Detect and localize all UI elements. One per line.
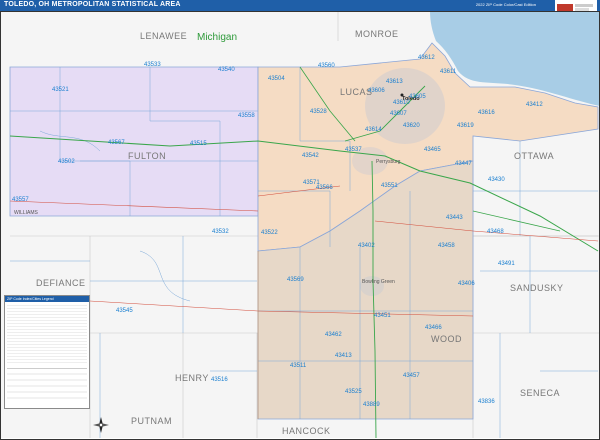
zip-label: 43525 (345, 389, 362, 395)
zip-label: 43560 (318, 63, 335, 69)
zip-label: 43443 (446, 215, 463, 221)
zip-label: 43522 (261, 230, 278, 236)
zip-label: 43457 (403, 373, 420, 379)
zip-label: 43567 (108, 140, 125, 146)
zip-label: 43605 (409, 94, 426, 100)
zip-label: 43406 (458, 281, 475, 287)
county-label: SANDUSKY (510, 283, 564, 293)
zip-label: 43606 (368, 88, 385, 94)
zip-label: 43533 (144, 62, 161, 68)
zip-label: 43511 (290, 363, 307, 369)
zip-label: 43521 (52, 87, 69, 93)
zip-label: 43430 (488, 177, 505, 183)
zip-label: 43402 (358, 243, 375, 249)
zip-label: 43614 (365, 127, 382, 133)
zip-label: 43412 (526, 102, 543, 108)
zip-label: 43502 (58, 159, 75, 165)
zip-label: 43612 (418, 55, 435, 61)
compass-rose-icon (92, 416, 110, 434)
county-label: LENAWEE (140, 31, 187, 41)
city-label: Perrysburg (376, 159, 401, 165)
zip-label: 43465 (424, 147, 441, 153)
map-title: TOLEDO, OH METROPOLITAN STATISTICAL AREA (4, 1, 181, 8)
county-label: HENRY (175, 373, 209, 383)
map-canvas: LENAWEE MONROE FULTON LUCAS OTTAWA WILLI… (0, 11, 600, 438)
zip-label: 43451 (374, 313, 391, 319)
map-page: TOLEDO, OH METROPOLITAN STATISTICAL AREA… (0, 0, 600, 440)
zip-label: 43607 (390, 111, 407, 117)
legend-index-table (7, 303, 87, 365)
zip-label: 43620 (403, 123, 420, 129)
county-label: SENECA (520, 388, 560, 398)
zip-label: 43462 (325, 332, 342, 338)
fulton-county-zone (9, 66, 259, 217)
zip-label: 43504 (268, 76, 285, 82)
county-label: WILLIAMS (14, 210, 39, 216)
zip-label: 43619 (457, 123, 474, 129)
zip-label: 43515 (190, 141, 207, 147)
county-label: OTTAWA (514, 151, 554, 161)
zip-label: 43613 (386, 79, 403, 85)
county-label: WOOD (431, 334, 462, 344)
state-label: Michigan (197, 32, 237, 43)
zip-label: 43528 (310, 109, 327, 115)
publisher-logo (555, 0, 597, 11)
zip-label: 43458 (438, 243, 455, 249)
legend-title: ZIP Code Index/Cities Legend (5, 296, 89, 302)
zip-label: 43557 (12, 197, 29, 203)
title-bar: TOLEDO, OH METROPOLITAN STATISTICAL AREA… (0, 0, 600, 11)
zip-label: 43551 (381, 183, 398, 189)
county-label: FULTON (128, 151, 166, 161)
zip-label: 43566 (316, 185, 333, 191)
zip-label: 43616 (478, 110, 495, 116)
zip-label: 43516 (211, 377, 228, 383)
zip-label: 43545 (116, 308, 133, 314)
zip-label: 43413 (335, 353, 352, 359)
edition-text: 2022 ZIP Code Color/Cast Edition (475, 2, 536, 7)
zip-label: 43889 (363, 402, 380, 408)
zip-label: 43537 (345, 147, 362, 153)
zip-label: 43836 (478, 399, 495, 405)
zip-label: 43466 (425, 325, 442, 331)
zip-label: 43610 (393, 100, 410, 106)
legend-symbols (7, 368, 87, 399)
zip-label: 43542 (302, 153, 319, 159)
county-label: DEFIANCE (36, 278, 86, 288)
county-label: PUTNAM (131, 416, 172, 426)
county-label: MONROE (355, 29, 399, 39)
zip-label: 43532 (212, 229, 229, 235)
zip-label: 43447 (455, 161, 472, 167)
county-label: HANCOCK (282, 426, 331, 436)
legend-panel: ZIP Code Index/Cities Legend (4, 295, 90, 409)
zip-label: 43558 (238, 113, 255, 119)
zip-label: 43540 (218, 67, 235, 73)
zip-label: 43611 (440, 69, 457, 75)
city-label: Bowling Green (362, 279, 395, 285)
zip-label: 43468 (487, 229, 504, 235)
zip-label: 43569 (287, 277, 304, 283)
zip-label: 43491 (498, 261, 515, 267)
